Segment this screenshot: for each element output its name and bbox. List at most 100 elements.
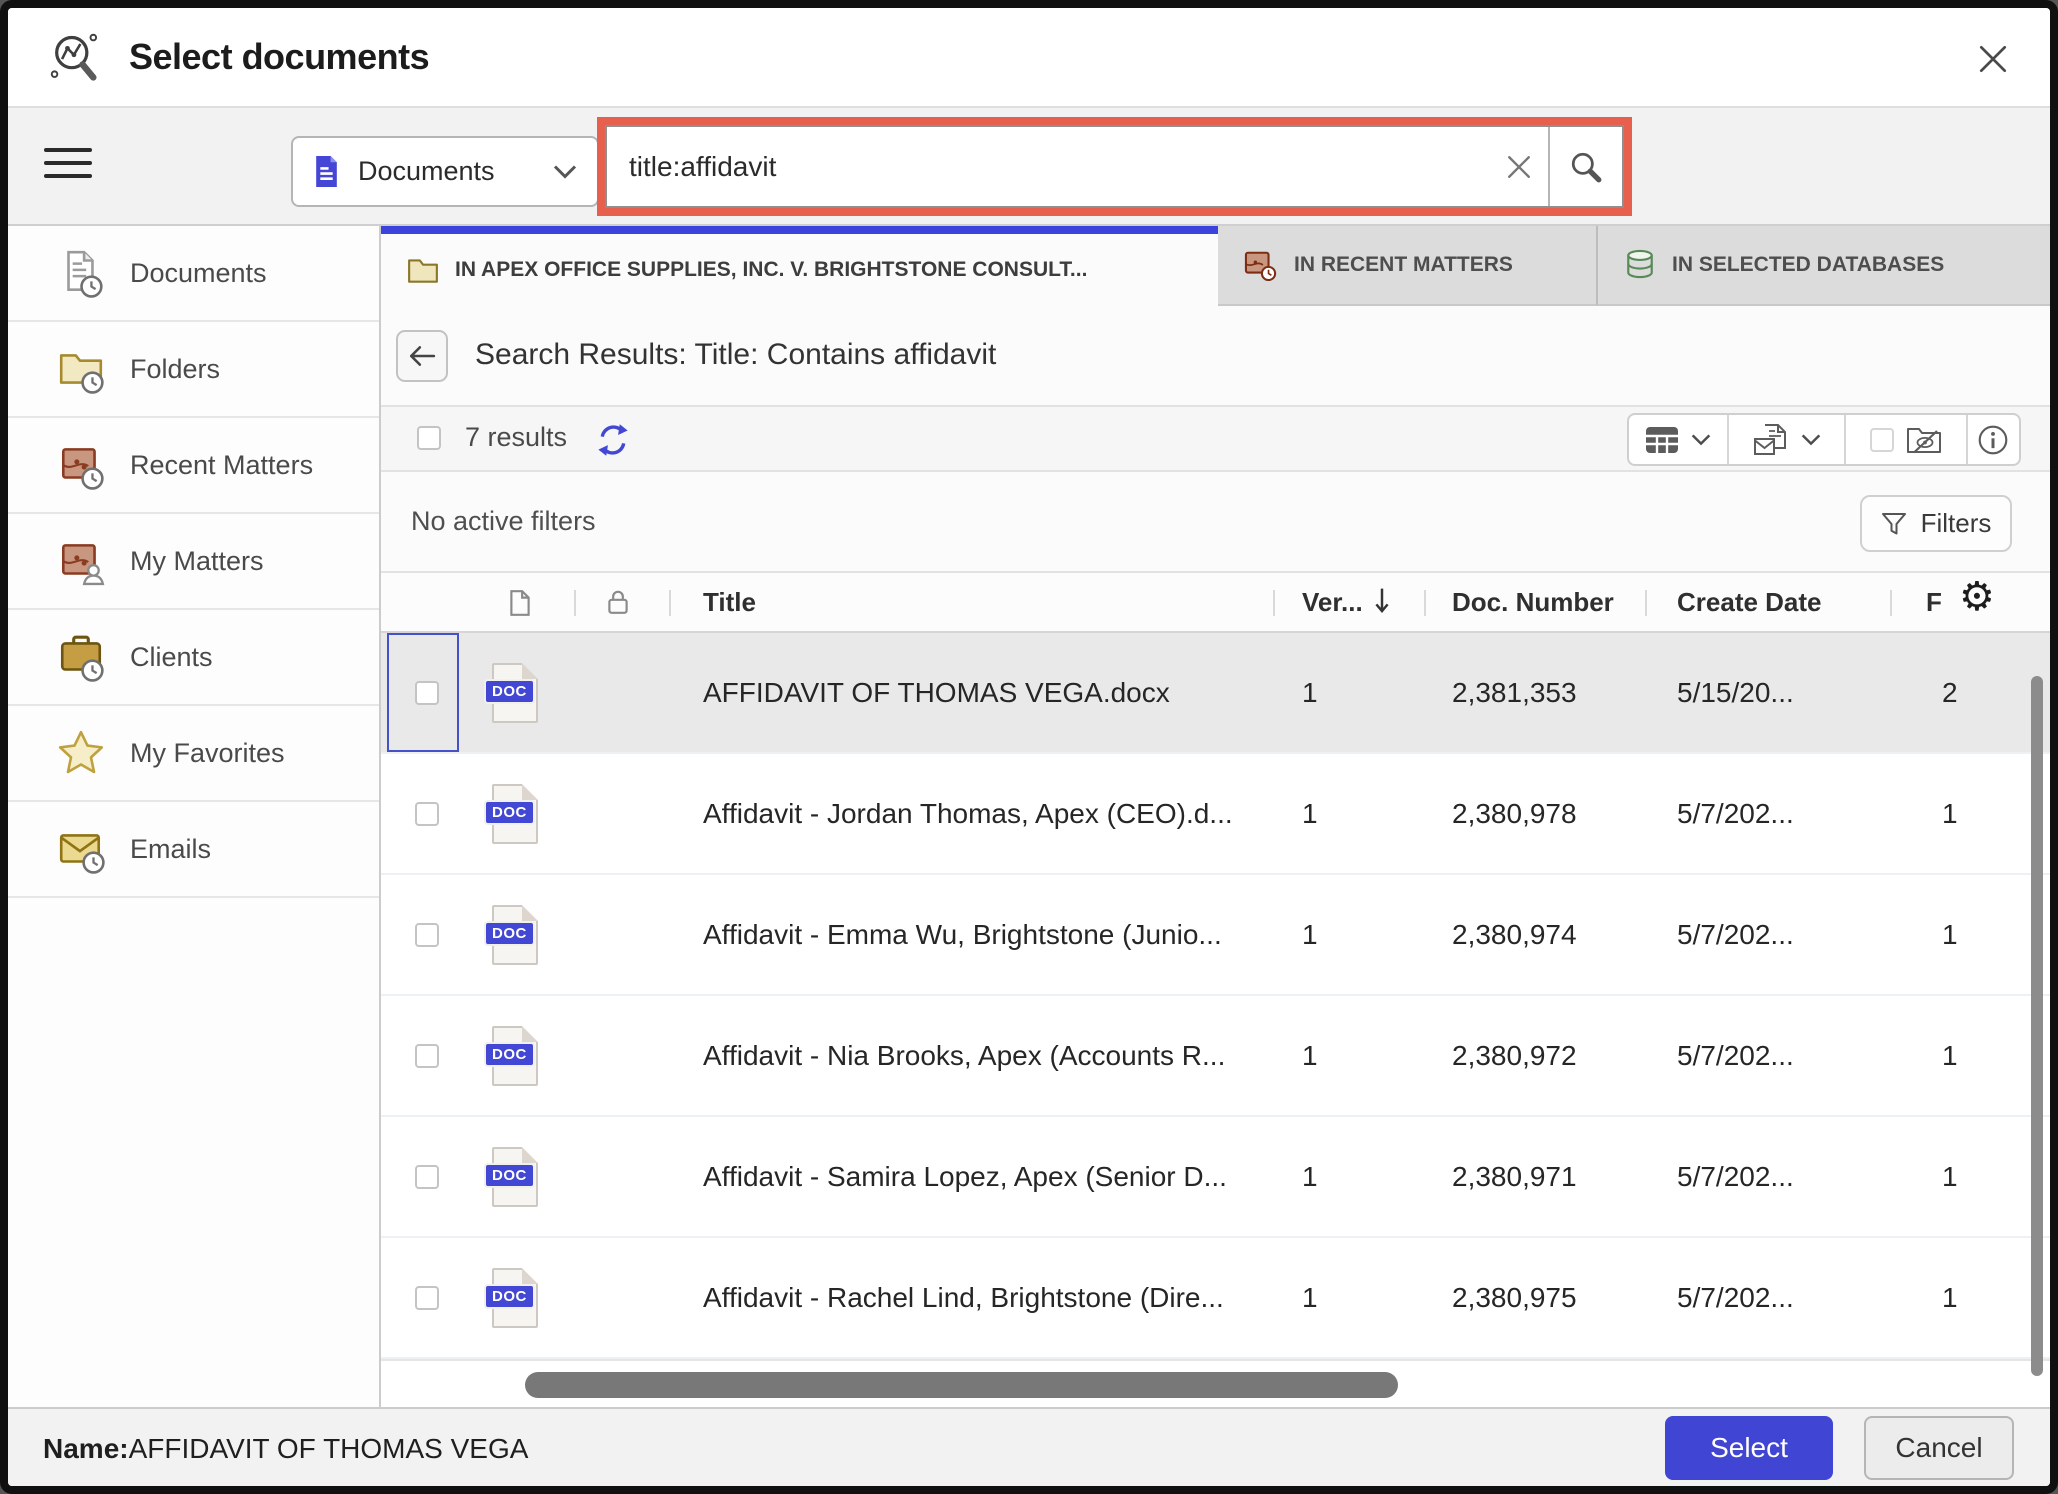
- column-divider: [1424, 590, 1426, 616]
- funnel-icon: [1881, 511, 1907, 537]
- matter-user-icon: [56, 536, 106, 586]
- info-button[interactable]: [1968, 415, 2019, 464]
- search-scope-dropdown[interactable]: Documents: [291, 136, 599, 207]
- active-filters-status: No active filters: [411, 506, 596, 537]
- cell-partial: 1: [1942, 1282, 1958, 1314]
- chevron-down-icon: [553, 164, 577, 179]
- matter-clock-icon: [1244, 249, 1278, 281]
- filter-status-row: No active filters Filters: [381, 472, 2050, 573]
- cell-partial: 1: [1942, 1040, 1958, 1072]
- cell-doc-number: 2,380,978: [1452, 798, 1577, 830]
- table-row[interactable]: DOC Affidavit - Emma Wu, Brightstone (Ju…: [381, 875, 2050, 996]
- clear-search-icon[interactable]: [1490, 127, 1548, 206]
- sidebar-item-label: Documents: [130, 258, 267, 289]
- select-documents-dialog: Select documents Documents: [0, 0, 2058, 1494]
- menu-icon[interactable]: [44, 148, 94, 184]
- sidebar-item-folders[interactable]: Folders: [8, 322, 379, 418]
- sidebar-item-label: My Favorites: [130, 738, 285, 769]
- share-export-button[interactable]: [1729, 415, 1843, 464]
- name-label: Name:: [43, 1433, 129, 1464]
- chevron-down-icon: [1691, 433, 1711, 446]
- doc-file-icon: DOC: [492, 1147, 538, 1207]
- dialog-body: Documents Folders Recent Matte: [8, 226, 2050, 1407]
- sidebar-item-label: Recent Matters: [130, 450, 313, 481]
- cell-version: 1: [1302, 677, 1318, 709]
- row-checkbox[interactable]: [415, 923, 439, 947]
- table-view-button[interactable]: [1629, 415, 1727, 464]
- cancel-button[interactable]: Cancel: [1864, 1416, 2014, 1480]
- cell-version: 1: [1302, 798, 1318, 830]
- document-icon: [313, 155, 340, 188]
- cell-doc-number: 2,380,974: [1452, 919, 1577, 951]
- row-checkbox[interactable]: [415, 802, 439, 826]
- lock-column-icon: [606, 588, 630, 616]
- info-icon: [1978, 425, 2008, 455]
- table-row[interactable]: DOC Affidavit - Nia Brooks, Apex (Accoun…: [381, 996, 2050, 1117]
- breadcrumb-row: Search Results: Title: Contains affidavi…: [381, 306, 2050, 407]
- view-actions-group: [1627, 413, 2021, 466]
- briefcase-clock-icon: [56, 632, 106, 682]
- column-header-partial[interactable]: F: [1926, 587, 1942, 618]
- table-header: Title Ver... Doc. Number Create Date F ⚙: [381, 573, 2050, 633]
- search-scope-label: Documents: [358, 156, 495, 187]
- sidebar-item-my-favorites[interactable]: My Favorites: [8, 706, 379, 802]
- table-row[interactable]: DOC Affidavit - Rachel Lind, Brightstone…: [381, 1238, 2050, 1359]
- cell-title: Affidavit - Rachel Lind, Brightstone (Di…: [703, 1282, 1293, 1314]
- column-divider: [1273, 590, 1275, 616]
- select-all-checkbox[interactable]: [417, 426, 441, 450]
- sidebar: Documents Folders Recent Matte: [8, 226, 381, 1407]
- table-row[interactable]: DOC Affidavit - Jordan Thomas, Apex (CEO…: [381, 754, 2050, 875]
- cell-partial: 1: [1942, 1161, 1958, 1193]
- search-input[interactable]: [607, 127, 1490, 206]
- tab-in-recent-matters[interactable]: IN RECENT MATTERS: [1218, 226, 1596, 306]
- folder-hidden-icon: [1906, 425, 1942, 455]
- name-value: AFFIDAVIT OF THOMAS VEGA: [129, 1433, 529, 1464]
- share-export-icon: [1753, 423, 1789, 457]
- cell-create-date: 5/7/202...: [1677, 798, 1794, 830]
- sidebar-item-recent-matters[interactable]: Recent Matters: [8, 418, 379, 514]
- cell-partial: 1: [1942, 919, 1958, 951]
- app-logo-search-chart-icon: [47, 30, 103, 86]
- tab-in-selected-databases[interactable]: IN SELECTED DATABASES: [1596, 226, 2050, 306]
- sidebar-item-my-matters[interactable]: My Matters: [8, 514, 379, 610]
- column-settings-gear-icon[interactable]: ⚙: [1959, 577, 1995, 617]
- cell-version: 1: [1302, 1040, 1318, 1072]
- row-checkbox[interactable]: [415, 1165, 439, 1189]
- sort-descending-icon[interactable]: [1373, 586, 1391, 616]
- table-row[interactable]: DOC Affidavit - Samira Lopez, Apex (Seni…: [381, 1117, 2050, 1238]
- select-button[interactable]: Select: [1665, 1416, 1833, 1480]
- sidebar-item-emails[interactable]: Emails: [8, 802, 379, 898]
- preview-toggle-button[interactable]: [1846, 415, 1966, 464]
- cell-version: 1: [1302, 1282, 1318, 1314]
- column-header-version[interactable]: Ver...: [1302, 587, 1363, 618]
- cell-title: Affidavit - Samira Lopez, Apex (Senior D…: [703, 1161, 1293, 1193]
- close-icon[interactable]: [1976, 40, 2014, 78]
- cell-title: Affidavit - Jordan Thomas, Apex (CEO).d.…: [703, 798, 1293, 830]
- refresh-icon[interactable]: [595, 420, 635, 460]
- row-checkbox[interactable]: [415, 1286, 439, 1310]
- back-button[interactable]: [396, 330, 448, 382]
- document-clock-icon: [56, 248, 106, 298]
- vertical-scrollbar-thumb[interactable]: [2031, 676, 2043, 1376]
- envelope-clock-icon: [56, 824, 106, 874]
- column-header-create-date[interactable]: Create Date: [1677, 587, 1822, 618]
- cell-title: Affidavit - Nia Brooks, Apex (Accounts R…: [703, 1040, 1293, 1072]
- preview-checkbox[interactable]: [1870, 428, 1894, 452]
- table-row[interactable]: DOC AFFIDAVIT OF THOMAS VEGA.docx 1 2,38…: [381, 633, 2050, 754]
- search-icon[interactable]: [1548, 127, 1622, 206]
- cell-create-date: 5/7/202...: [1677, 1161, 1794, 1193]
- filters-button[interactable]: Filters: [1860, 495, 2012, 552]
- column-header-doc-number[interactable]: Doc. Number: [1452, 587, 1614, 618]
- tab-matter-apex-v-brightstone[interactable]: IN APEX OFFICE SUPPLIES, INC. V. BRIGHTS…: [381, 226, 1218, 306]
- column-divider: [1890, 590, 1892, 616]
- matter-clock-icon: [56, 440, 106, 490]
- horizontal-scrollbar-thumb[interactable]: [525, 1372, 1398, 1398]
- row-checkbox[interactable]: [415, 681, 439, 705]
- row-checkbox[interactable]: [415, 1044, 439, 1068]
- sidebar-item-documents[interactable]: Documents: [8, 226, 379, 322]
- sidebar-item-clients[interactable]: Clients: [8, 610, 379, 706]
- cell-version: 1: [1302, 919, 1318, 951]
- cell-doc-number: 2,380,972: [1452, 1040, 1577, 1072]
- column-header-title[interactable]: Title: [703, 587, 756, 618]
- cell-doc-number: 2,380,975: [1452, 1282, 1577, 1314]
